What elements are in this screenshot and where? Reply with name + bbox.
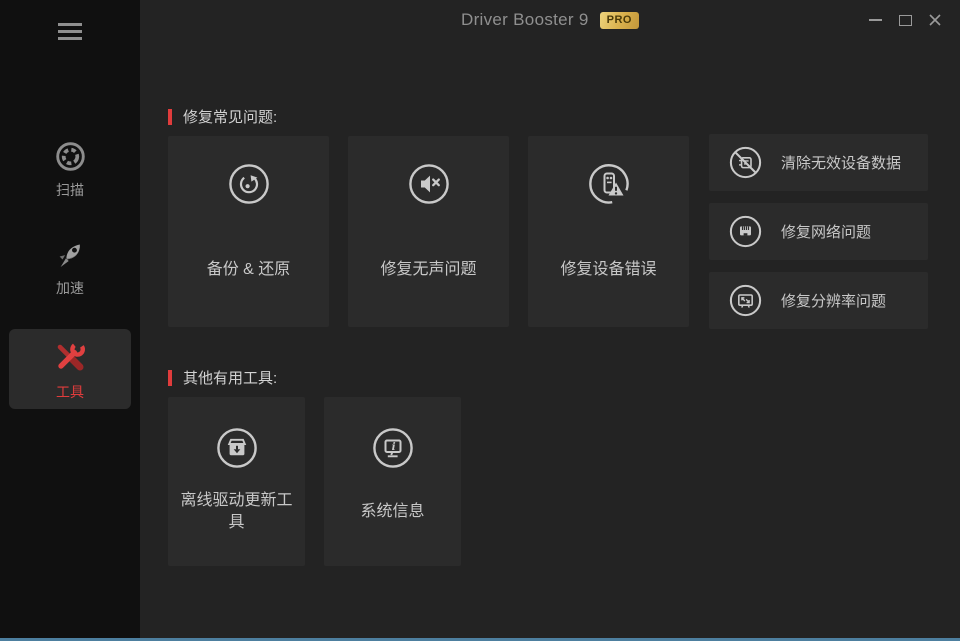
button-label: 修复网络问题 — [781, 221, 871, 242]
button-label: 修复分辨率问题 — [781, 290, 886, 311]
hamburger-icon — [58, 23, 82, 26]
system-info-icon: i — [372, 427, 414, 469]
app-title: Driver Booster 9 — [461, 10, 589, 30]
rocket-icon — [53, 237, 87, 271]
close-icon — [928, 13, 942, 27]
sidebar: 扫描 加速 工具 — [0, 0, 140, 638]
fix-device-error-icon — [588, 163, 630, 205]
window-controls — [860, 0, 950, 40]
sidebar-item-label: 扫描 — [56, 180, 84, 200]
sidebar-item-scan[interactable]: 扫描 — [0, 140, 140, 200]
svg-text:i: i — [391, 441, 395, 453]
tools-icon — [50, 337, 90, 377]
card-offline-driver-updater[interactable]: 离线驱动更新工具 — [168, 397, 305, 566]
section-title-other-tools: 其他有用工具: — [168, 367, 277, 388]
card-label: 修复无声问题 — [348, 250, 509, 284]
backup-restore-icon — [228, 163, 270, 205]
fix-network-icon — [729, 215, 762, 248]
sidebar-item-tools[interactable]: 工具 — [9, 329, 131, 409]
button-fix-network[interactable]: 修复网络问题 — [709, 203, 928, 260]
maximize-button[interactable] — [890, 0, 920, 40]
card-label: 备份 & 还原 — [168, 250, 329, 284]
section-title-text: 其他有用工具: — [183, 367, 277, 388]
minimize-icon — [869, 19, 882, 21]
pro-badge: PRO — [600, 12, 639, 29]
sidebar-item-label: 工具 — [56, 382, 84, 402]
title-group: Driver Booster 9 PRO — [140, 0, 960, 40]
card-fix-device-error[interactable]: 修复设备错误 — [528, 136, 689, 327]
maximize-icon — [899, 15, 912, 26]
sidebar-item-label: 加速 — [56, 278, 84, 298]
button-label: 清除无效设备数据 — [781, 152, 901, 173]
section-accent-bar — [168, 370, 172, 386]
offline-driver-updater-icon — [216, 427, 258, 469]
scan-icon — [54, 140, 87, 173]
app-window: Driver Booster 9 PRO — [0, 0, 960, 641]
button-fix-resolution[interactable]: 修复分辨率问题 — [709, 272, 928, 329]
card-system-info[interactable]: i 系统信息 — [324, 397, 461, 566]
card-backup-restore[interactable]: 备份 & 还原 — [168, 136, 329, 327]
sidebar-item-boost[interactable]: 加速 — [0, 237, 140, 298]
fix-no-sound-icon — [408, 163, 450, 205]
section-accent-bar — [168, 109, 172, 125]
close-button[interactable] — [920, 0, 950, 40]
section-title-fix-common: 修复常见问题: — [168, 106, 277, 127]
fix-resolution-icon — [729, 284, 762, 317]
button-clear-device-data[interactable]: 清除无效设备数据 — [709, 134, 928, 191]
section-title-text: 修复常见问题: — [183, 106, 277, 127]
card-label: 离线驱动更新工具 — [168, 487, 305, 537]
clear-device-data-icon — [729, 146, 762, 179]
card-label: 修复设备错误 — [528, 250, 689, 284]
card-label: 系统信息 — [324, 487, 461, 537]
card-fix-no-sound[interactable]: 修复无声问题 — [348, 136, 509, 327]
minimize-button[interactable] — [860, 0, 890, 40]
titlebar: Driver Booster 9 PRO — [140, 0, 960, 40]
menu-button[interactable] — [58, 23, 82, 44]
